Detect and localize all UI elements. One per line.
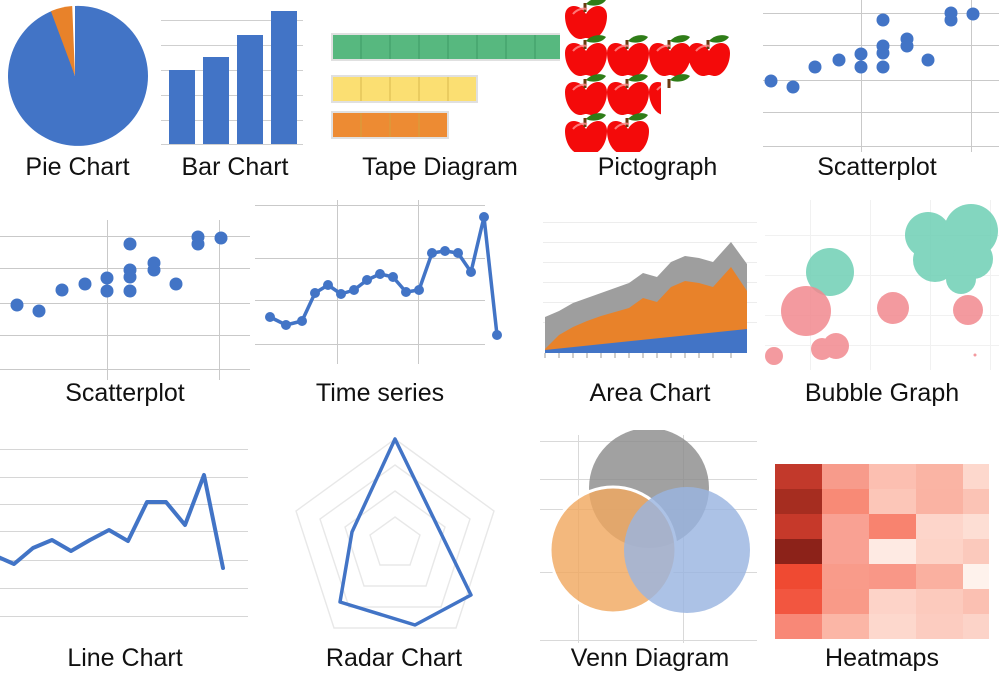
- chart-gallery: Pie Chart Bar Chart Tape Diagram Pictogr…: [0, 0, 999, 687]
- tape-diagram-label: Tape Diagram: [362, 153, 518, 181]
- pictograph-thumbnail: [560, 0, 755, 152]
- line-chart-thumbnail: [0, 430, 250, 645]
- bar-chart-thumbnail: [155, 0, 307, 152]
- pie-chart-thumbnail: [0, 0, 150, 152]
- chart-cell-area-chart[interactable]: Area Chart: [535, 200, 765, 420]
- chart-cell-bar-chart[interactable]: Bar Chart: [155, 0, 315, 195]
- tape-bar-yellow: [331, 75, 478, 103]
- apple-icon: [686, 33, 732, 78]
- apple-icon: [563, 111, 609, 152]
- apple-icon: [605, 72, 651, 117]
- time-series-thumbnail: [255, 200, 505, 380]
- heatmaps-thumbnail: [765, 430, 999, 645]
- scatterplot-1-thumbnail: [755, 0, 999, 152]
- apple-icon: [563, 33, 609, 78]
- chart-cell-tape-diagram[interactable]: Tape Diagram: [320, 0, 560, 195]
- pie-chart-label: Pie Chart: [25, 153, 130, 181]
- apple-icon: [605, 33, 651, 78]
- area-chart-axis-ticks: [544, 353, 732, 358]
- apple-half-icon: [647, 72, 690, 117]
- chart-cell-pictograph[interactable]: Pictograph: [560, 0, 755, 195]
- radar-chart-label: Radar Chart: [325, 644, 463, 672]
- apple-icon: [647, 33, 693, 78]
- venn-diagram-thumbnail: [535, 430, 765, 645]
- tape-diagram-thumbnail: [320, 0, 560, 152]
- area-chart-label: Area Chart: [589, 379, 711, 407]
- bubble-series-teal: [806, 204, 998, 296]
- line-chart-line: [0, 473, 225, 570]
- chart-cell-time-series[interactable]: Time series: [255, 200, 505, 420]
- venn-circle-set-c: [624, 487, 750, 613]
- pictograph-row-3: [563, 72, 690, 117]
- chart-cell-line-chart[interactable]: Line Chart: [0, 430, 250, 687]
- time-series-markers: [265, 212, 502, 340]
- line-chart-gridlines: [0, 449, 248, 617]
- time-series-label: Time series: [315, 379, 445, 407]
- bar-1: [169, 70, 195, 144]
- apple-icon: [563, 72, 609, 117]
- scatterplot-2-label: Scatterplot: [65, 379, 185, 407]
- chart-cell-pie-chart[interactable]: Pie Chart: [0, 0, 155, 195]
- apple-icon: [605, 111, 651, 152]
- heatmaps-label: Heatmaps: [825, 644, 939, 672]
- chart-cell-heatmaps[interactable]: Heatmaps: [765, 430, 999, 687]
- chart-cell-scatterplot-1[interactable]: Scatterplot: [755, 0, 999, 195]
- bar-chart-bars: [169, 11, 297, 144]
- pictograph-row-2: [563, 33, 732, 78]
- bubble-series-pink: [765, 286, 983, 365]
- apple-icon: [563, 0, 609, 41]
- chart-cell-venn-diagram[interactable]: Venn Diagram: [535, 430, 765, 687]
- radar-chart-thumbnail: [260, 430, 528, 645]
- area-chart-thumbnail: [535, 200, 765, 380]
- chart-cell-scatterplot-2[interactable]: Scatterplot: [0, 200, 250, 420]
- venn-diagram-label: Venn Diagram: [570, 644, 730, 672]
- chart-cell-bubble-graph[interactable]: Bubble Graph: [765, 200, 999, 420]
- heatmap-cells: [775, 464, 989, 639]
- bar-4: [271, 11, 297, 144]
- pie-slice-series-1: [7, 5, 148, 146]
- bar-2: [203, 57, 229, 144]
- line-chart-label: Line Chart: [67, 644, 183, 672]
- scatterplot-2-thumbnail: [0, 200, 250, 380]
- pictograph-row-1: [563, 0, 609, 41]
- tape-bar-orange: [331, 111, 449, 139]
- scatterplot-1-label: Scatterplot: [817, 153, 937, 181]
- bar-3: [237, 35, 263, 144]
- chart-cell-radar-chart[interactable]: Radar Chart: [260, 430, 528, 687]
- bubble-graph-thumbnail: [765, 200, 999, 380]
- scatterplot-2-points: [10, 230, 228, 318]
- pictograph-label: Pictograph: [597, 153, 718, 181]
- radar-series-1: [338, 437, 473, 627]
- pictograph-row-4: [563, 111, 651, 152]
- tape-bar-green: [331, 33, 560, 61]
- bubble-graph-label: Bubble Graph: [804, 379, 960, 407]
- bar-chart-label: Bar Chart: [181, 153, 289, 181]
